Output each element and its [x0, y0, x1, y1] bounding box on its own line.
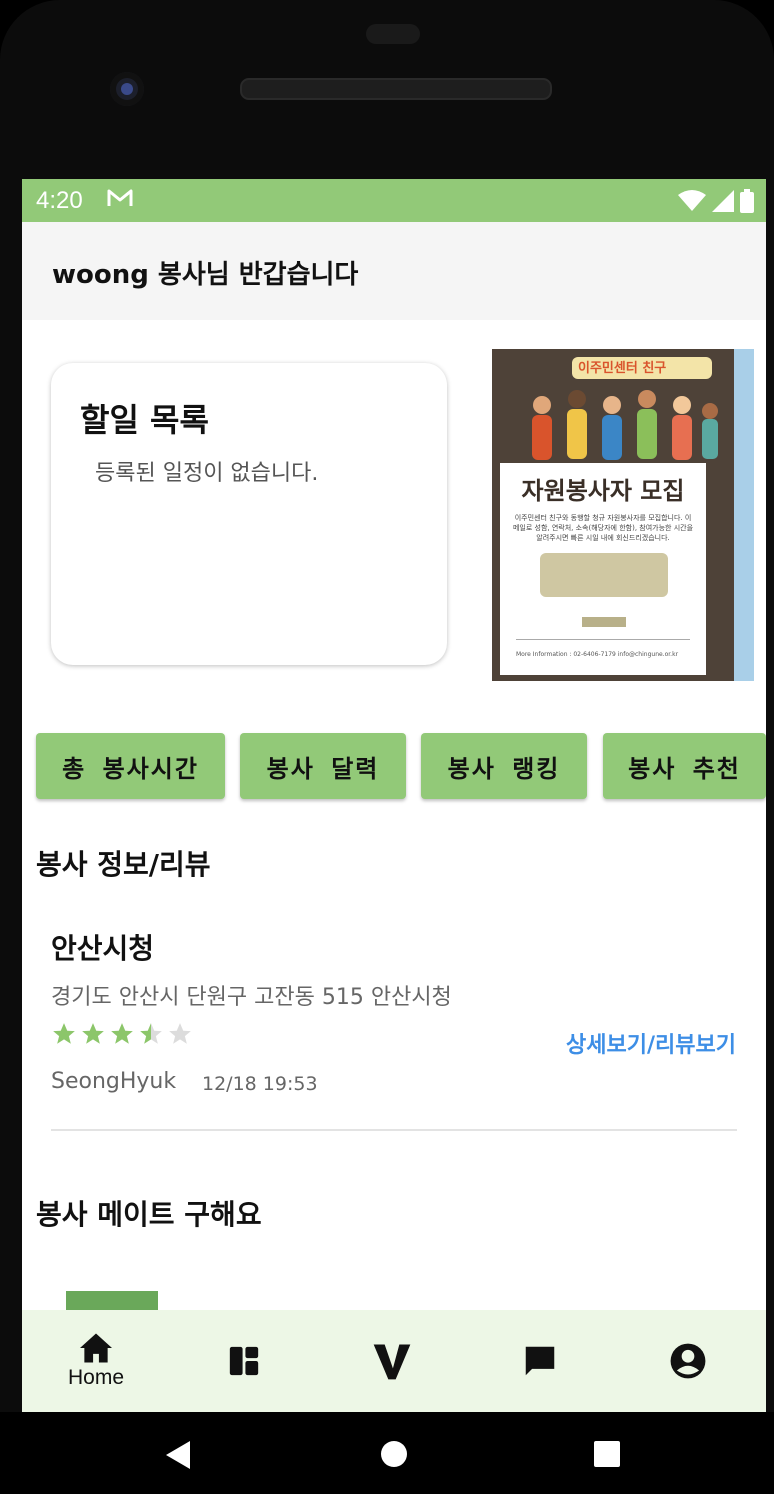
- next-poster-peek[interactable]: [734, 349, 754, 681]
- rating-stars: [51, 1021, 193, 1047]
- review-time: 12/18 19:53: [202, 1073, 318, 1095]
- review-user: SeongHyuk: [51, 1069, 177, 1094]
- todo-card[interactable]: 할일 목록 등록된 일정이 없습니다.: [51, 363, 447, 665]
- system-navigation-bar: [0, 1412, 774, 1494]
- people-illustration: [532, 390, 718, 460]
- v-logo-icon: [373, 1344, 411, 1380]
- signal-icon: [712, 190, 734, 212]
- poster-body: 이주민센터 친구와 동행할 청규 자원봉사자를 모집합니다. 이메일로 성함, …: [512, 514, 694, 542]
- account-icon: [670, 1343, 706, 1379]
- nav-home[interactable]: Home: [22, 1310, 170, 1412]
- greeting-title: woong 봉사님 반갑습니다: [52, 260, 359, 290]
- star-full-icon: [111, 1023, 133, 1044]
- star-empty-icon: [169, 1023, 191, 1044]
- divider: [51, 1129, 737, 1131]
- device-frame: 4:20 woong 봉사님 반갑습니다 할일 목록 등록된 일정이 없습니다.…: [0, 0, 774, 1494]
- chat-icon: [525, 1346, 555, 1376]
- poster-info-box: [540, 553, 668, 597]
- proximity-sensor: [366, 24, 420, 44]
- gmail-icon: [106, 187, 134, 215]
- recents-icon[interactable]: [594, 1441, 620, 1467]
- section-title-mate: 봉사 메이트 구해요: [36, 1198, 262, 1231]
- status-bar: 4:20: [22, 179, 766, 222]
- nav-home-label: Home: [67, 1366, 125, 1389]
- ranking-button[interactable]: 봉사 랭킹: [421, 733, 587, 799]
- total-hours-button[interactable]: 총 봉사시간: [36, 733, 225, 799]
- poster-banner: 이주민센터 친구: [578, 361, 667, 376]
- star-half-icon: [140, 1023, 162, 1044]
- nav-volunteer[interactable]: [318, 1310, 466, 1412]
- wifi-icon: [678, 190, 706, 211]
- status-icons: [678, 189, 754, 213]
- detail-review-link[interactable]: 상세보기/리뷰보기: [566, 1027, 736, 1059]
- status-time: 4:20: [36, 187, 83, 214]
- recommend-button[interactable]: 봉사 추천: [603, 733, 766, 799]
- home-circle-icon[interactable]: [380, 1440, 408, 1468]
- nav-account[interactable]: [614, 1310, 762, 1412]
- app-screen: 4:20 woong 봉사님 반갑습니다 할일 목록 등록된 일정이 없습니다.…: [22, 179, 766, 1412]
- star-full-icon: [82, 1023, 104, 1044]
- home-icon: [80, 1333, 112, 1363]
- app-bar: woong 봉사님 반갑습니다: [22, 222, 766, 320]
- bottom-navigation: Home: [22, 1310, 766, 1412]
- poster-heading: 자원봉사자 모집: [521, 477, 685, 505]
- todo-title: 할일 목록: [80, 401, 209, 439]
- poster-divider: [516, 639, 690, 640]
- volunteer-poster-image[interactable]: 이주민센터 친구 자원봉사자 모집 이주민센터 친구와 동행할 청규 자원봉사자…: [492, 349, 750, 681]
- place-address: 경기도 안산시 단원구 고잔동 515 안산시청: [51, 985, 452, 1010]
- place-name[interactable]: 안산시청: [51, 927, 154, 967]
- poster-footer: More Information : 02-6406-7179 info@chi…: [516, 651, 679, 658]
- earpiece-speaker: [240, 78, 552, 100]
- category-button-row: 총 봉사시간 봉사 달력 봉사 랭킹 봉사 추천: [36, 733, 766, 801]
- star-full-icon: [53, 1023, 75, 1044]
- dashboard-icon: [229, 1346, 259, 1376]
- back-icon[interactable]: [164, 1439, 192, 1471]
- poster-benefit-bar: [582, 617, 626, 627]
- todo-empty-message: 등록된 일정이 없습니다.: [95, 461, 319, 486]
- nav-dashboard[interactable]: [170, 1310, 318, 1412]
- battery-icon: [740, 189, 754, 213]
- calendar-button[interactable]: 봉사 달력: [240, 733, 406, 799]
- section-title-review: 봉사 정보/리뷰: [36, 848, 211, 881]
- front-camera: [110, 72, 144, 106]
- nav-chat[interactable]: [466, 1310, 614, 1412]
- poster-paper: 자원봉사자 모집 이주민센터 친구와 동행할 청규 자원봉사자를 모집합니다. …: [500, 463, 706, 675]
